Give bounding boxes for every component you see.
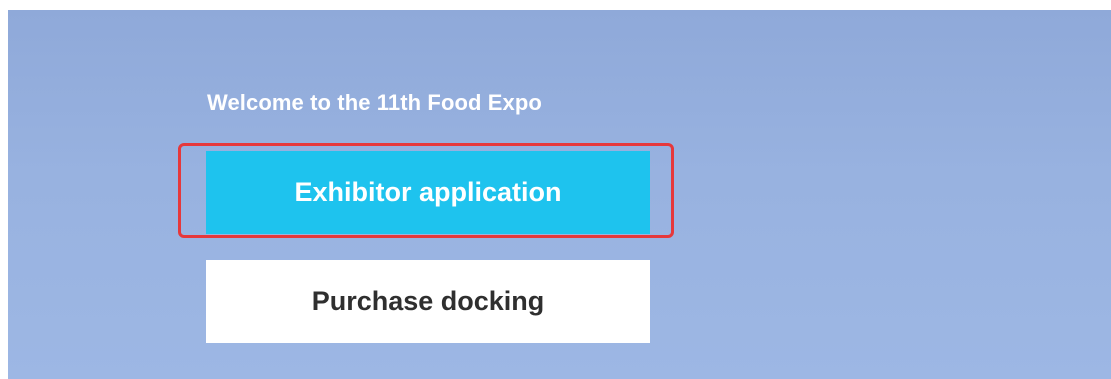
hero-panel: Welcome to the 11th Food Expo Exhibitor …	[8, 10, 1111, 379]
purchase-docking-label: Purchase docking	[311, 286, 545, 316]
exhibitor-application-button[interactable]: Exhibitor application	[206, 151, 650, 234]
welcome-heading: Welcome to the 11th Food Expo	[207, 90, 542, 115]
exhibitor-application-label: Exhibitor application	[294, 177, 562, 207]
purchase-docking-button[interactable]: Purchase docking	[206, 260, 650, 343]
